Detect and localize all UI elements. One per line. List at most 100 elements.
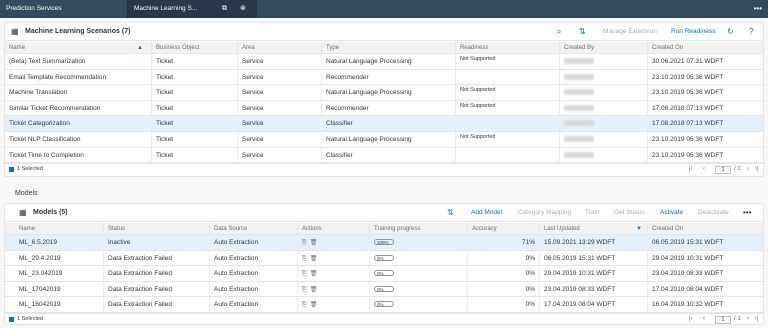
close-icon[interactable]: ⊗ — [240, 0, 246, 18]
cell-created-on: 29.04.2019 10:31 WDFT — [647, 250, 763, 266]
sort-icon[interactable]: ⇅ — [579, 23, 586, 41]
more-icon[interactable]: ••• — [743, 204, 751, 222]
delete-icon[interactable]: 🗑 — [310, 252, 318, 266]
progress-indicator: 100% — [374, 239, 394, 245]
col-created-on[interactable]: Created On — [647, 42, 763, 54]
prev-page-icon[interactable]: ‹ — [703, 314, 705, 325]
delete-icon[interactable]: 🗑 — [310, 236, 318, 250]
col-area[interactable]: Area — [237, 42, 321, 54]
refresh-icon[interactable]: ↻ — [727, 23, 734, 41]
col-created-by[interactable]: Created By — [559, 42, 647, 54]
search-icon[interactable]: ⌕ — [557, 23, 561, 41]
scenario-row[interactable]: Email Template Recommendation Ticket Servi… — [5, 69, 763, 86]
train-button[interactable]: Train — [585, 204, 600, 222]
cell-name: Email Template Recommendation — [9, 73, 107, 81]
scenario-row[interactable]: Ticket Time to Completion Ticket Service Cl… — [5, 147, 763, 164]
redacted-user — [564, 89, 594, 96]
tab-machine-learning[interactable]: Machine Learning S... — [127, 0, 257, 18]
cell-bo: Ticket — [151, 132, 237, 147]
col-last-updated[interactable]: Last Updated ▼ — [539, 223, 647, 235]
tab-prediction-services[interactable]: Prediction Services — [0, 0, 126, 18]
cell-accuracy: 0% — [467, 250, 539, 266]
model-row[interactable]: ML_17042019 Data Extraction Failed Auto Ex… — [5, 281, 763, 298]
redacted-user — [564, 120, 594, 127]
cell-created-on: 23.04.2019 08:33 WDFT — [647, 266, 763, 281]
deactivate-button[interactable]: Deactivate — [698, 204, 729, 222]
first-page-icon[interactable]: |‹ — [689, 164, 693, 175]
cell-progress: 0% — [369, 250, 467, 266]
cell-bo: Ticket — [151, 147, 237, 163]
sort-icon[interactable]: ⇅ — [447, 204, 454, 222]
cell-readiness: Not Supported — [455, 132, 559, 147]
scenario-row[interactable]: Ticket NLP Classification Ticket Service Na… — [5, 132, 763, 148]
cell-actions: ⎘ 🗑 — [297, 235, 369, 250]
cell-readiness: Not Supported — [455, 54, 559, 69]
model-row[interactable]: ML_29.4.2019 Data Extraction Failed Auto E… — [5, 250, 763, 267]
scenario-row[interactable]: Similar Ticket Recommendation Ticket Servi… — [5, 100, 763, 117]
cell-status: Data Extraction Failed — [103, 250, 209, 266]
delete-icon[interactable]: 🗑 — [310, 298, 318, 312]
col-status[interactable]: Status — [103, 223, 209, 235]
page-input[interactable]: 1 — [715, 166, 731, 174]
get-status-button[interactable]: Get Status — [614, 204, 645, 222]
scenario-row[interactable]: Ticket Categorization Ticket Service Classi… — [5, 116, 763, 132]
next-page-icon[interactable]: › — [747, 164, 749, 175]
category-mapping-button[interactable]: Category Mapping — [518, 204, 571, 222]
col-training-progress[interactable]: Training progress — [369, 223, 467, 235]
col-name[interactable]: Name — [15, 223, 103, 235]
add-model-button[interactable]: Add Model — [471, 204, 502, 222]
more-icon[interactable]: ••• — [754, 0, 762, 18]
cell-progress: 100% — [369, 235, 467, 250]
model-row[interactable]: ML_16042019 Data Extraction Failed Auto Ex… — [5, 297, 763, 313]
copy-icon[interactable]: ⎘ — [302, 298, 307, 312]
cell-created-on: 23.10.2019 05:36 WDFT — [647, 147, 763, 163]
run-readiness-button[interactable]: Run Readiness — [671, 23, 715, 41]
col-accuracy[interactable]: Accuracy — [467, 223, 539, 235]
copy-icon[interactable]: ⎘ — [302, 283, 307, 297]
cell-created-on: 23.10.2019 05:36 WDFT — [647, 69, 763, 85]
delete-icon[interactable]: 🗑 — [310, 267, 318, 281]
scenario-row[interactable]: Machine Translation Ticket Service Natural … — [5, 85, 763, 101]
col-actions[interactable]: Actions — [297, 223, 369, 235]
col-data-source[interactable]: Data Source — [209, 223, 297, 235]
redacted-user — [564, 151, 594, 158]
page-total: / 1 — [734, 166, 741, 172]
scenarios-title: Machine Learning Scenarios (7) — [25, 28, 131, 35]
cell-name: ML_6.5.2019 — [19, 239, 57, 246]
scenario-row[interactable]: (Beta) Text Summarization Ticket Service Na… — [5, 54, 763, 70]
copy-icon[interactable]: ⎘ — [302, 267, 307, 281]
last-page-icon[interactable]: ›| — [755, 314, 759, 325]
col-created-on[interactable]: Created On — [647, 223, 763, 235]
cell-area: Service — [237, 100, 321, 116]
cell-name: Ticket NLP Classification — [9, 136, 81, 143]
next-page-icon[interactable]: › — [747, 314, 749, 325]
model-row[interactable]: ML_6.5.2019 Inactive Auto Extraction ⎘ 🗑 100%… — [5, 235, 763, 251]
prev-page-icon[interactable]: ‹ — [703, 164, 705, 175]
help-icon[interactable]: ? — [749, 23, 753, 41]
model-row[interactable]: ML_23.042019 Data Extraction Failed Auto E… — [5, 266, 763, 282]
cell-status: Data Extraction Failed — [103, 281, 209, 297]
col-type[interactable]: Type — [321, 42, 455, 54]
first-page-icon[interactable]: |‹ — [689, 314, 693, 325]
cell-readiness — [455, 116, 559, 131]
last-page-icon[interactable]: ›| — [755, 164, 759, 175]
cell-created-on: 30.06.2021 07:31 WDFT — [647, 54, 763, 69]
cell-created-on: 17.04.2019 08:04 WDFT — [647, 281, 763, 297]
cell-type: Recommender — [321, 100, 455, 116]
page-input[interactable]: 1 — [715, 316, 731, 324]
pin-icon[interactable]: ⧉ — [222, 0, 227, 18]
delete-icon[interactable]: 🗑 — [310, 283, 318, 297]
models-section-label: Models — [15, 190, 38, 197]
col-readiness[interactable]: Readiness — [455, 42, 559, 54]
col-business-object[interactable]: Business Object — [151, 42, 237, 54]
cell-created-on: 16.04.2019 10:32 WDFT — [647, 297, 763, 312]
copy-icon[interactable]: ⎘ — [302, 252, 307, 266]
cell-readiness — [455, 147, 559, 163]
cell-source: Auto Extraction — [209, 266, 297, 281]
col-name[interactable]: Name ▲ — [5, 42, 151, 54]
activate-button[interactable]: Activate — [660, 204, 683, 222]
cell-source: Auto Extraction — [209, 235, 297, 250]
copy-icon[interactable]: ⎘ — [302, 236, 307, 250]
manage-extension-button[interactable]: Manage Extension — [603, 23, 657, 41]
cell-area: Service — [237, 132, 321, 147]
